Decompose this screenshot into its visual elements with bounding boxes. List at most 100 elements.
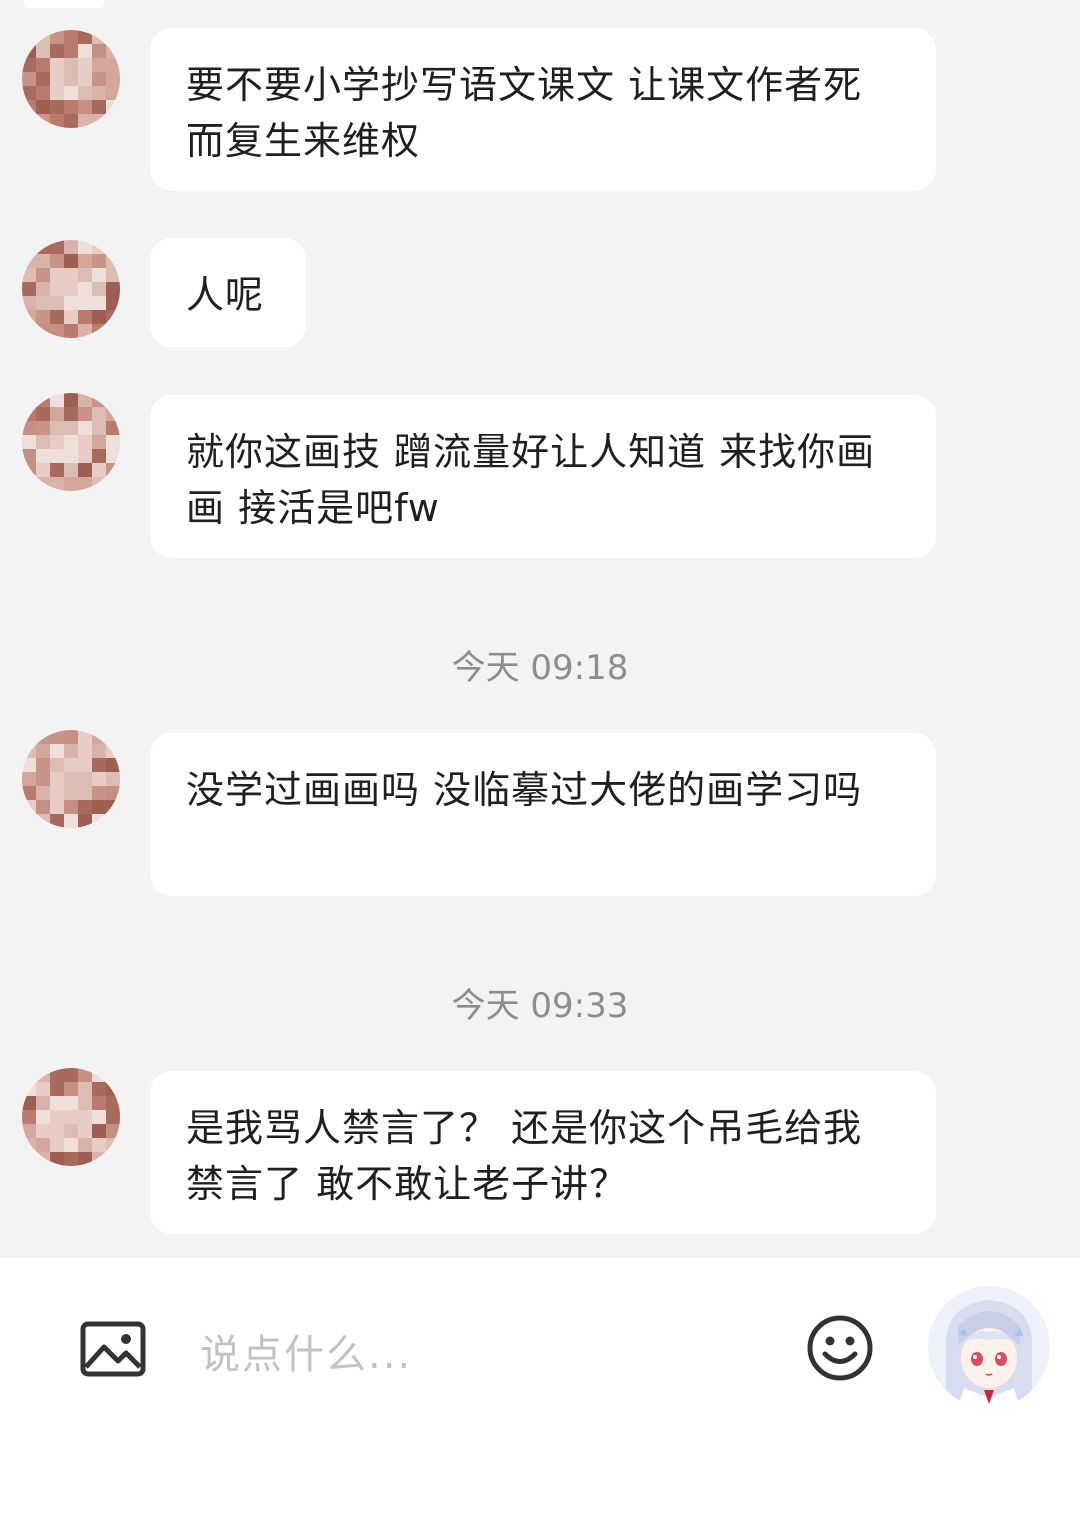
avatar-mosaic-tile	[64, 1124, 78, 1138]
avatar-mosaic-tile	[64, 421, 78, 435]
avatar-mosaic-tile	[36, 407, 50, 421]
avatar-mosaic-tile	[106, 1138, 120, 1152]
sender-avatar[interactable]	[22, 730, 120, 828]
avatar-mosaic-tile	[78, 58, 92, 72]
message-bubble[interactable]: 人呢	[150, 238, 306, 347]
avatar-mosaic-tile	[64, 786, 78, 800]
avatar-mosaic-tile	[106, 1096, 120, 1110]
message-bubble[interactable]: 就你这画技 蹭流量好让人知道 来找你画画 接活是吧fw	[150, 395, 936, 558]
avatar-mosaic-tile	[78, 282, 92, 296]
user-avatar[interactable]	[928, 1286, 1050, 1408]
avatar-mosaic-tile	[36, 1096, 50, 1110]
avatar-mosaic-tile	[106, 114, 120, 128]
avatar-mosaic-tile	[22, 254, 36, 268]
avatar-mosaic-tile	[106, 477, 120, 491]
avatar-mosaic-tile	[22, 1110, 36, 1124]
avatar-mosaic-tile	[36, 449, 50, 463]
avatar-mosaic-tile	[22, 100, 36, 114]
message-bubble[interactable]: 没学过画画吗 没临摹过大佬的画学习吗	[150, 733, 936, 896]
avatar-mosaic-tile	[64, 463, 78, 477]
avatar-mosaic-tile	[78, 1068, 92, 1082]
avatar-mosaic-tile	[78, 407, 92, 421]
message-bubble[interactable]: 是我骂人禁言了？ 还是你这个吊毛给我禁言了 敢不敢让老子讲？	[150, 1071, 936, 1234]
avatar-mosaic-tile	[106, 1082, 120, 1096]
avatar-mosaic-tile	[106, 30, 120, 44]
sender-avatar[interactable]	[22, 30, 120, 128]
smiley-icon[interactable]	[806, 1314, 874, 1382]
avatar-mosaic-tile	[50, 772, 64, 786]
avatar-mosaic-tile	[64, 744, 78, 758]
avatar-mosaic-tile	[106, 254, 120, 268]
message-bubble[interactable]: 要不要小学抄写语文课文 让课文作者死而复生来维权	[150, 28, 936, 191]
avatar-mosaic-tile	[92, 407, 106, 421]
avatar-mosaic-tile	[50, 758, 64, 772]
avatar-mosaic-tile	[92, 240, 106, 254]
avatar-mosaic-tile	[36, 421, 50, 435]
avatar-mosaic-tile	[92, 44, 106, 58]
avatar-mosaic-tile	[92, 72, 106, 86]
avatar-mosaic-tile	[106, 44, 120, 58]
avatar-mosaic-tile	[64, 86, 78, 100]
avatar-mosaic-tile	[36, 1068, 50, 1082]
message-input[interactable]: 说点什么...	[200, 1322, 412, 1380]
avatar-mosaic-tile	[92, 1068, 106, 1082]
avatar-mosaic-tile	[78, 1110, 92, 1124]
avatar-mosaic-tile	[36, 324, 50, 338]
avatar-mosaic-tile	[64, 435, 78, 449]
avatar-mosaic-tile	[64, 58, 78, 72]
avatar-mosaic-tile	[50, 449, 64, 463]
avatar-mosaic-tile	[92, 730, 106, 744]
avatar-mosaic-tile	[78, 772, 92, 786]
avatar-mosaic-tile	[64, 1082, 78, 1096]
avatar-mosaic-tile	[22, 86, 36, 100]
avatar-mosaic-tile	[22, 72, 36, 86]
avatar-mosaic-tile	[92, 449, 106, 463]
avatar-mosaic-tile	[22, 477, 36, 491]
sender-avatar[interactable]	[22, 1068, 120, 1166]
avatar-mosaic-tile	[78, 730, 92, 744]
avatar-mosaic-tile	[36, 296, 50, 310]
avatar-mosaic-tile	[64, 100, 78, 114]
avatar-mosaic-tile	[78, 1152, 92, 1166]
avatar-mosaic-tile	[106, 240, 120, 254]
avatar-mosaic-tile	[106, 730, 120, 744]
avatar-mosaic-tile	[78, 324, 92, 338]
avatar-mosaic-tile	[106, 86, 120, 100]
avatar-mosaic-tile	[22, 114, 36, 128]
avatar-mosaic-tile	[92, 324, 106, 338]
avatar-mosaic-tile	[92, 435, 106, 449]
avatar-mosaic-tile	[36, 1110, 50, 1124]
sender-avatar[interactable]	[22, 393, 120, 491]
avatar-mosaic-tile	[50, 268, 64, 282]
avatar-mosaic-tile	[106, 282, 120, 296]
avatar-mosaic-tile	[64, 1096, 78, 1110]
avatar-mosaic-tile	[22, 1082, 36, 1096]
avatar-mosaic-tile	[36, 254, 50, 268]
avatar-mosaic-tile	[36, 86, 50, 100]
avatar-mosaic-tile	[36, 44, 50, 58]
avatar-mosaic-tile	[106, 1124, 120, 1138]
avatar-mosaic-tile	[22, 814, 36, 828]
avatar-mosaic-tile	[36, 800, 50, 814]
avatar-mosaic-tile	[22, 435, 36, 449]
avatar-mosaic-tile	[64, 1138, 78, 1152]
timestamp: 今天 09:33	[451, 986, 629, 1026]
avatar-mosaic-tile	[92, 1082, 106, 1096]
avatar-mosaic-tile	[22, 268, 36, 282]
sender-avatar[interactable]	[22, 240, 120, 338]
avatar-mosaic-tile	[36, 772, 50, 786]
avatar-mosaic-tile	[64, 114, 78, 128]
avatar-mosaic-tile	[50, 814, 64, 828]
image-icon[interactable]	[80, 1321, 146, 1377]
avatar-mosaic-tile	[106, 1110, 120, 1124]
avatar-mosaic-tile	[36, 814, 50, 828]
avatar-mosaic-tile	[92, 58, 106, 72]
avatar-mosaic-tile	[92, 800, 106, 814]
avatar-mosaic-tile	[106, 463, 120, 477]
avatar-mosaic-tile	[50, 1110, 64, 1124]
avatar-mosaic-tile	[92, 786, 106, 800]
avatar-mosaic-tile	[92, 254, 106, 268]
avatar-mosaic-tile	[50, 72, 64, 86]
avatar-mosaic-tile	[22, 324, 36, 338]
avatar-mosaic-tile	[36, 1152, 50, 1166]
